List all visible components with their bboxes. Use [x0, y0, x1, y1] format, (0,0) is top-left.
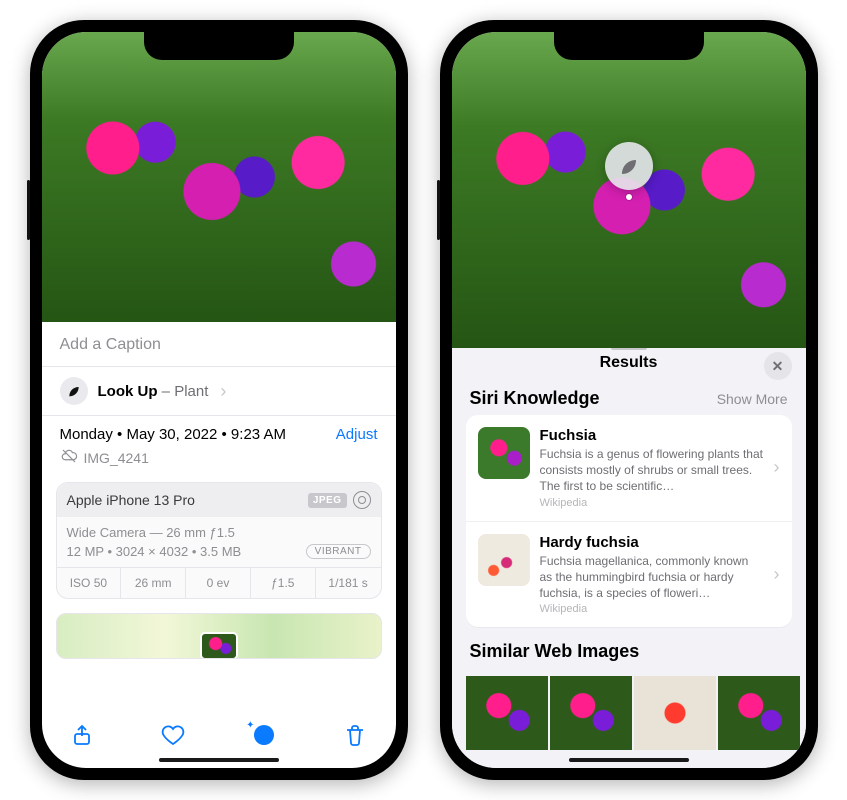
knowledge-desc: Fuchsia is a genus of flowering plants t… — [540, 446, 764, 495]
exif-fstop: ƒ1.5 — [251, 568, 316, 598]
date-text: Monday • May 30, 2022 • 9:23 AM — [60, 426, 286, 443]
knowledge-desc: Fuchsia magellanica, commonly known as t… — [540, 553, 764, 602]
lookup-dot-icon — [626, 194, 632, 200]
filename-text: IMG_4241 — [84, 450, 149, 466]
notch — [144, 32, 294, 60]
phone-frame-right: Results ✕ Siri Knowledge Show More Fuchs… — [440, 20, 818, 780]
lookup-badge[interactable] — [605, 142, 653, 190]
web-image-thumb[interactable] — [550, 676, 632, 750]
web-image-thumb[interactable] — [718, 676, 800, 750]
lookup-row[interactable]: Look Up – Plant › — [42, 367, 396, 416]
phone-frame-left: Add a Caption Look Up – Plant › Monday •… — [30, 20, 408, 780]
photo-image — [42, 32, 396, 322]
notch — [554, 32, 704, 60]
date-block: Monday • May 30, 2022 • 9:23 AM Adjust I… — [42, 416, 396, 474]
photo-thumbnail[interactable] — [42, 32, 396, 322]
map-thumb-icon — [200, 632, 238, 659]
trash-icon[interactable] — [343, 723, 367, 753]
screen-left: Add a Caption Look Up – Plant › Monday •… — [42, 32, 396, 768]
sparkle-icon: ✦ — [246, 720, 254, 731]
knowledge-row-hardy-fuchsia[interactable]: Hardy fuchsia Fuchsia magellanica, commo… — [466, 522, 792, 628]
web-image-thumb[interactable] — [634, 676, 716, 750]
chevron-right-icon: › — [774, 564, 780, 585]
cloud-off-icon — [60, 447, 78, 468]
leaf-icon — [617, 154, 641, 178]
screen-right: Results ✕ Siri Knowledge Show More Fuchs… — [452, 32, 806, 768]
knowledge-row-fuchsia[interactable]: Fuchsia Fuchsia is a genus of flowering … — [466, 415, 792, 522]
knowledge-title: Fuchsia — [540, 427, 764, 444]
exif-grid: ISO 50 26 mm 0 ev ƒ1.5 1/181 s — [57, 567, 381, 598]
knowledge-title: Hardy fuchsia — [540, 534, 764, 551]
knowledge-source: Wikipedia — [540, 497, 764, 509]
show-more-button[interactable]: Show More — [717, 391, 788, 407]
lens-text: Wide Camera — 26 mm ƒ1.5 — [67, 525, 371, 540]
chevron-right-icon: › — [774, 457, 780, 478]
exif-ev: 0 ev — [186, 568, 251, 598]
knowledge-thumb — [478, 427, 530, 479]
adjust-button[interactable]: Adjust — [336, 426, 378, 443]
knowledge-thumb — [478, 534, 530, 586]
photo-thumbnail[interactable] — [452, 32, 806, 348]
close-icon: ✕ — [772, 358, 784, 375]
lookup-label-bold: Look Up — [98, 383, 158, 400]
share-icon[interactable] — [70, 723, 94, 753]
exif-iso: ISO 50 — [57, 568, 122, 598]
close-button[interactable]: ✕ — [764, 352, 792, 380]
chevron-right-icon: › — [220, 381, 226, 402]
lookup-label-sep: – — [158, 383, 175, 400]
home-indicator[interactable] — [159, 758, 279, 762]
knowledge-source: Wikipedia — [540, 603, 764, 615]
info-icon[interactable]: ✦ i — [252, 723, 276, 753]
results-sheet: Results ✕ Siri Knowledge Show More Fuchs… — [452, 340, 806, 768]
home-indicator[interactable] — [569, 758, 689, 762]
photo-image — [452, 32, 806, 348]
caption-input[interactable]: Add a Caption — [42, 322, 396, 367]
exif-card: Apple iPhone 13 Pro JPEG Wide Camera — 2… — [56, 482, 382, 599]
lookup-label: Look Up – Plant — [98, 383, 209, 400]
exif-focal: 26 mm — [121, 568, 186, 598]
map-preview[interactable] — [56, 613, 382, 659]
web-image-thumb[interactable] — [466, 676, 548, 750]
vibrant-badge: VIBRANT — [306, 544, 371, 559]
sheet-title: Results — [600, 354, 658, 372]
target-icon — [353, 491, 371, 509]
device-text: Apple iPhone 13 Pro — [67, 492, 195, 508]
leaf-icon — [60, 377, 88, 405]
heart-icon[interactable] — [161, 723, 185, 753]
lookup-label-kind: Plant — [174, 383, 208, 400]
similar-web-images-header: Similar Web Images — [470, 641, 640, 662]
format-badge: JPEG — [308, 493, 347, 508]
web-images-strip[interactable] — [452, 676, 806, 750]
knowledge-card: Fuchsia Fuchsia is a genus of flowering … — [466, 415, 792, 627]
svg-text:i: i — [262, 728, 266, 743]
siri-knowledge-header: Siri Knowledge — [470, 388, 600, 409]
size-text: 12 MP • 3024 × 4032 • 3.5 MB — [67, 544, 242, 559]
exif-shutter: 1/181 s — [316, 568, 381, 598]
